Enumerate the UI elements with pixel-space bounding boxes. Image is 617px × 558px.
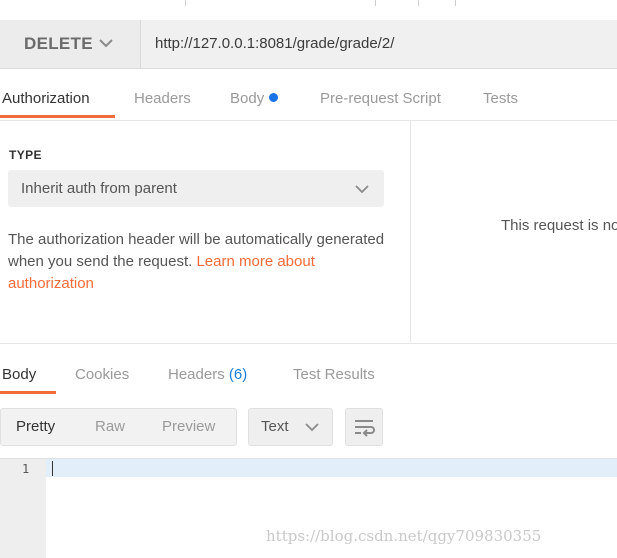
tab-headers[interactable]: Headers (134, 90, 191, 107)
preview-button[interactable]: Preview (162, 418, 215, 435)
watermark: https://blog.csdn.net/qgy709830355 (266, 527, 542, 545)
tab-tests[interactable]: Tests (483, 90, 518, 107)
chevron-down-icon (355, 185, 369, 194)
line-number: 1 (22, 462, 30, 476)
auth-type-value: Inherit auth from parent (21, 180, 177, 197)
chevron-down-icon (305, 423, 319, 432)
strip-divider (185, 0, 186, 6)
tab-cookies[interactable]: Cookies (75, 366, 129, 383)
strip-divider (455, 0, 456, 6)
text-caret (52, 461, 53, 476)
method-label: DELETE (24, 34, 93, 53)
strip-divider (418, 0, 419, 6)
auth-description: The authorization header will be automat… (8, 229, 388, 295)
tab-body-label: Body (230, 90, 265, 107)
tab-test-results[interactable]: Test Results (293, 366, 375, 383)
strip-divider (375, 0, 376, 6)
active-tab-indicator (0, 115, 115, 118)
tab-prerequest-script[interactable]: Pre-request Script (320, 90, 441, 107)
headers-count: (6) (228, 366, 248, 383)
active-line-highlight (46, 459, 617, 477)
response-type-select[interactable]: Text (248, 408, 333, 446)
response-tabs: Body Cookies Headers (6) Test Results (0, 343, 617, 394)
tab-response-headers-label: Headers (168, 366, 225, 383)
auth-type-select[interactable]: Inherit auth from parent (8, 170, 384, 207)
tab-response-headers[interactable]: Headers (6) (168, 366, 247, 383)
chevron-down-icon (99, 39, 113, 48)
top-tab-strip (0, 0, 617, 21)
method-dropdown[interactable]: DELETE (0, 20, 141, 68)
wrap-lines-button[interactable] (345, 408, 383, 446)
response-type-value: Text (261, 418, 289, 435)
url-input[interactable]: http://127.0.0.1:8081/grade/grade/2/ (155, 35, 394, 52)
type-label: TYPE (9, 148, 42, 162)
active-response-tab-indicator (0, 391, 56, 394)
auth-notice-text: This request is no (501, 217, 617, 234)
format-toggle-group: Pretty Raw Preview (0, 408, 237, 446)
wrap-lines-icon (355, 420, 375, 437)
modified-dot-icon (269, 93, 279, 102)
url-bar: DELETE http://127.0.0.1:8081/grade/grade… (0, 20, 617, 69)
raw-button[interactable]: Raw (95, 418, 125, 435)
tab-response-body[interactable]: Body (2, 366, 36, 383)
line-gutter: 1 (0, 459, 46, 558)
tab-body[interactable]: Body (230, 90, 279, 107)
pretty-button[interactable]: Pretty (16, 418, 55, 435)
tab-authorization[interactable]: Authorization (2, 90, 90, 107)
